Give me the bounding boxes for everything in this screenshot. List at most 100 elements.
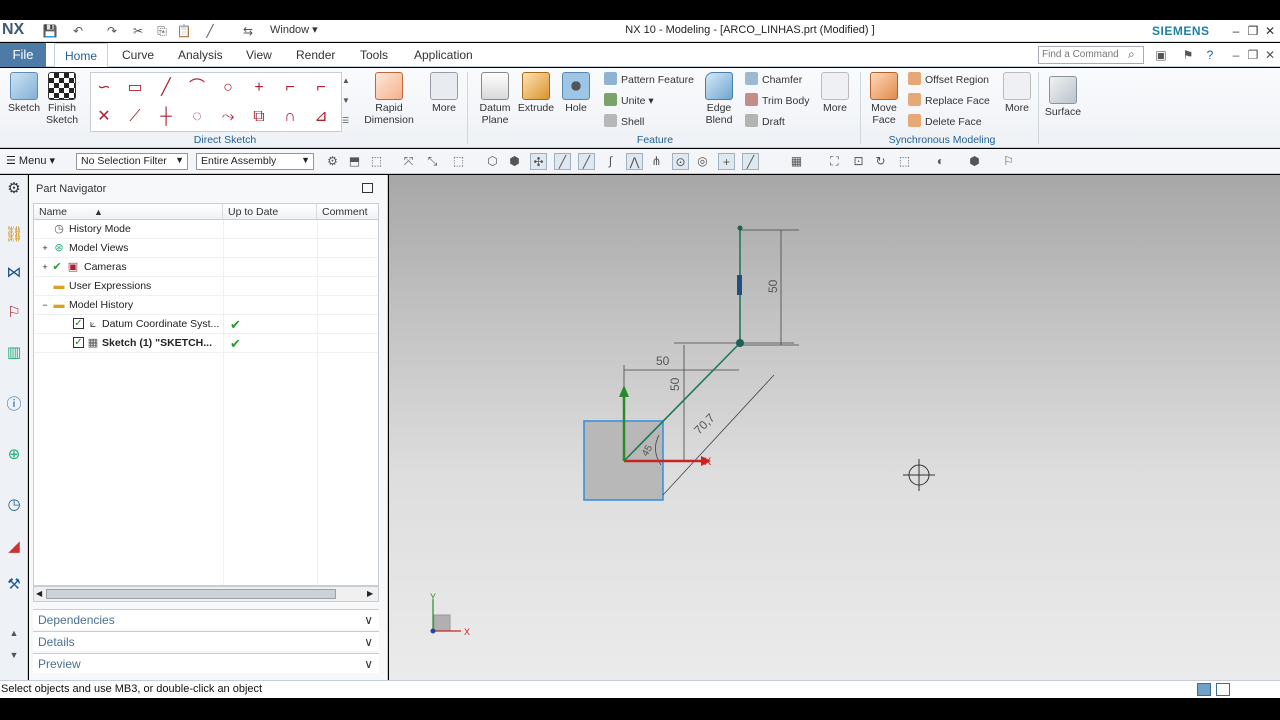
window-menu[interactable]: Window ▾ [270, 23, 318, 36]
gallery-scroll-down-icon[interactable]: ▼ [342, 96, 350, 105]
line-tool-icon[interactable]: ╱ [202, 23, 218, 39]
ribbon-minimize-icon[interactable]: – [1228, 47, 1244, 63]
cut-icon[interactable]: ✂ [130, 23, 146, 39]
redo-icon[interactable]: ↷ [104, 23, 120, 39]
move-face-button[interactable]: Move Face [866, 72, 902, 126]
arc-icon[interactable]: ⌒ [186, 77, 208, 99]
flag-icon[interactable]: ⚑ [1180, 47, 1196, 63]
dimension-vertical-low[interactable]: 50 [668, 377, 682, 391]
tab-view[interactable]: View [236, 43, 282, 67]
display-icon[interactable]: ⚐ [1000, 153, 1017, 170]
more-sync-button[interactable]: More [1000, 72, 1034, 114]
quick-extend-icon[interactable]: ⟋ [124, 106, 146, 128]
deselect-icon[interactable]: ⤡ [424, 153, 441, 170]
scroll-up-icon[interactable]: ▲ [4, 623, 24, 643]
graphics-window[interactable]: 50 50 50 70,7 45 X Y X [389, 175, 1280, 680]
profile-icon[interactable]: ∽ [93, 77, 115, 99]
snap-center-icon[interactable]: ⊙ [672, 153, 689, 170]
scroll-right-icon[interactable]: ▶ [367, 589, 373, 598]
undo-icon[interactable]: ↶ [70, 23, 86, 39]
close-icon[interactable]: ✕ [1262, 23, 1278, 39]
gallery-expand-icon[interactable]: ☰ [342, 116, 349, 125]
select-features-icon[interactable]: ⚙ [324, 153, 341, 170]
snap-point-icon[interactable]: + [718, 153, 735, 170]
point-icon[interactable]: + [248, 77, 270, 99]
datum-plane-button[interactable]: Datum Plane [474, 72, 516, 126]
help-icon[interactable]: ? [1202, 47, 1218, 63]
dependencies-panel[interactable]: Dependencies ∨ [33, 609, 379, 629]
history-icon[interactable]: ◷ [4, 495, 24, 515]
scroll-thumb[interactable] [46, 589, 336, 599]
snap-endpoint-icon[interactable]: ✣ [530, 153, 547, 170]
delete-face-button[interactable]: Delete Face [908, 114, 982, 128]
line-endpoint[interactable] [736, 339, 744, 347]
preview-panel[interactable]: Preview ∨ [33, 653, 379, 673]
menu-button[interactable]: ☰ Menu ▾ [6, 154, 55, 167]
line-endpoint[interactable] [737, 225, 743, 231]
hole-button[interactable]: Hole [558, 72, 594, 114]
snap-grid-icon[interactable]: ▦ [788, 153, 805, 170]
process-studio-icon[interactable]: ⚒ [4, 575, 24, 595]
rectangle-select-icon[interactable]: ⬚ [450, 153, 467, 170]
quick-trim-icon[interactable]: ✕ [93, 106, 115, 128]
finish-sketch-button[interactable]: Finish Sketch [44, 72, 80, 126]
more-sketch-button[interactable]: More [426, 72, 462, 114]
collapse-icon[interactable]: − [38, 298, 52, 312]
snap-line-icon[interactable]: ╱ [554, 153, 571, 170]
tree-row-datum-csys[interactable]: ✓ ⟀ Datum Coordinate Syst... ✔ [34, 315, 378, 334]
extrude-button[interactable]: Extrude [516, 72, 556, 114]
snap-curve-icon[interactable]: ∫ [602, 153, 619, 170]
tree-row-model-views[interactable]: + ⊛ Model Views [34, 239, 378, 258]
reuse-library-icon[interactable]: ▥ [4, 343, 24, 363]
tab-home[interactable]: Home [54, 43, 109, 67]
geometric-constraint-icon[interactable]: ∩ [279, 106, 301, 128]
fillet-icon[interactable]: ⌐ [279, 77, 301, 99]
file-tab[interactable]: File [0, 43, 46, 67]
line-icon[interactable]: ╱ [155, 77, 177, 99]
window-icon[interactable]: ▣ [1153, 47, 1169, 63]
replace-face-button[interactable]: Replace Face [908, 93, 990, 107]
tree-row-sketch[interactable]: ✓ ▦ Sketch (1) "SKETCH... ✔ [34, 334, 378, 353]
tree-row-history-mode[interactable]: ◷ History Mode [34, 220, 378, 239]
assembly-navigator-icon[interactable]: ⛓ [4, 225, 24, 245]
chamfer-sketch-icon[interactable]: ⌐ [310, 77, 332, 99]
gallery-scroll-up-icon[interactable]: ▲ [342, 76, 350, 85]
snap-intersection-icon[interactable]: ⋔ [648, 153, 665, 170]
edge-blend-button[interactable]: Edge Blend [700, 72, 738, 126]
dimension-vertical-top[interactable]: 50 [766, 279, 780, 293]
part-navigator-icon[interactable]: ⚐ [4, 303, 24, 323]
rotate-icon[interactable]: ↻ [872, 153, 889, 170]
circle-icon[interactable]: ○ [217, 77, 239, 99]
visibility-checkbox[interactable]: ✓ [73, 337, 84, 348]
tab-application[interactable]: Application [404, 43, 483, 67]
visibility-checkbox[interactable]: ✓ [73, 318, 84, 329]
column-header-up-to-date[interactable]: Up to Date [223, 204, 317, 220]
touch-mode-icon[interactable]: ⇆ [240, 23, 256, 39]
snap-quadrant-icon[interactable]: ◎ [694, 153, 711, 170]
full-screen-icon[interactable] [1216, 683, 1230, 696]
palette-icon[interactable]: ◢ [4, 537, 24, 557]
selection-mode-icon[interactable]: ⬚ [368, 153, 385, 170]
offset-region-button[interactable]: Offset Region [908, 72, 989, 86]
unite-button[interactable]: Unite ▾ [604, 93, 654, 107]
fit-view-icon[interactable]: ⛶ [826, 153, 843, 170]
view-cube-icon[interactable]: ⬢ [966, 153, 983, 170]
hd3d-tools-icon[interactable]: ⓘ [4, 395, 24, 415]
snap-control-icon[interactable]: ⋀ [626, 153, 643, 170]
selection-scope-select[interactable]: Entire Assembly ▼ [196, 153, 314, 170]
settings-icon[interactable]: ⚙ [4, 179, 24, 199]
sketch-button[interactable]: Sketch [4, 72, 44, 114]
orient-view-icon[interactable]: ⬚ [896, 153, 913, 170]
tab-tools[interactable]: Tools [350, 43, 398, 67]
sketch-canvas[interactable]: 50 50 50 70,7 45 X Y X [389, 175, 1280, 680]
minimize-icon[interactable]: – [1228, 23, 1244, 39]
chamfer-button[interactable]: Chamfer [745, 72, 802, 86]
select-body-icon[interactable]: ⬡ [484, 153, 501, 170]
column-header-comment[interactable]: Comment [317, 204, 378, 220]
select-solid-icon[interactable]: ⬢ [506, 153, 523, 170]
constraint-navigator-icon[interactable]: ⋈ [4, 263, 24, 283]
tab-analysis[interactable]: Analysis [168, 43, 233, 67]
details-panel[interactable]: Details ∨ [33, 631, 379, 651]
tree-row-cameras[interactable]: + ✔ ▣ Cameras [34, 258, 378, 277]
snap-midpoint-icon[interactable]: ╱ [578, 153, 595, 170]
